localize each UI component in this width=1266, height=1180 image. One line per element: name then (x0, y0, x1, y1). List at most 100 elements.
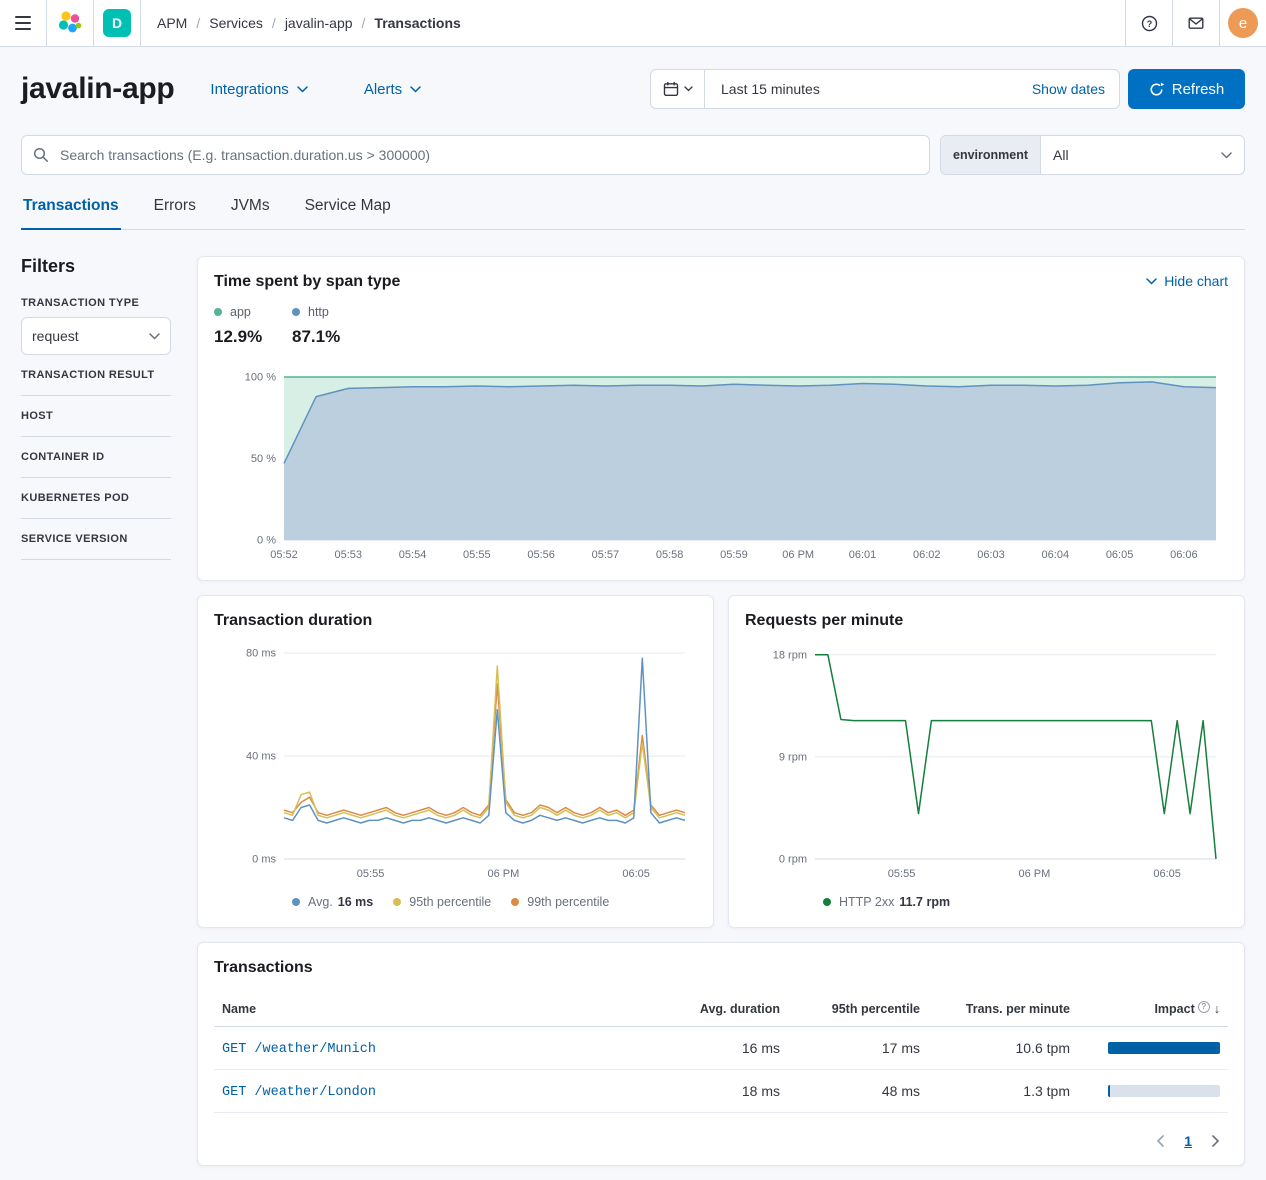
svg-text:40 ms: 40 ms (246, 751, 276, 763)
transactions-table-panel: Transactions Name Avg. duration 95th per… (197, 942, 1245, 1166)
transaction-link-london[interactable]: GET /weather/London (222, 1085, 376, 1100)
svg-text:06:06: 06:06 (1170, 549, 1198, 561)
column-header-name[interactable]: Name (214, 991, 658, 1027)
transaction-duration-title: Transaction duration (214, 612, 697, 630)
space-badge: D (103, 9, 131, 37)
requests-per-minute-chart: 18 rpm9 rpm0 rpm05:5506 PM06:05 (745, 640, 1228, 883)
column-header-impact[interactable]: Impact?↓ (1078, 991, 1228, 1027)
breadcrumb-separator: / (362, 15, 366, 31)
help-button[interactable]: ? (1125, 0, 1172, 46)
filters-sidebar: Filters TRANSACTION TYPE request TRANSAC… (21, 256, 171, 1166)
app-legend-dot (214, 308, 222, 316)
filter-kubernetes-pod: KUBERNETES POD (21, 478, 171, 519)
rpm-legend: HTTP 2xx 11.7 rpm (823, 895, 1228, 909)
svg-text:0 ms: 0 ms (252, 854, 276, 866)
chevron-down-icon (684, 86, 693, 92)
menu-button[interactable] (0, 0, 47, 46)
hide-chart-button[interactable]: Hide chart (1146, 273, 1228, 289)
environment-label: environment (941, 136, 1041, 174)
column-header-avg-duration[interactable]: Avg. duration (658, 991, 788, 1027)
requests-per-minute-title: Requests per minute (745, 612, 1228, 630)
user-menu[interactable]: e (1219, 0, 1266, 46)
time-spent-title: Time spent by span type (214, 273, 400, 291)
svg-text:?: ? (1146, 19, 1152, 29)
legend-item-p95[interactable]: 95th percentile (393, 895, 491, 909)
filter-container-id: CONTAINER ID (21, 437, 171, 478)
tab-service-map[interactable]: Service Map (303, 197, 393, 229)
svg-text:06:05: 06:05 (622, 868, 650, 880)
p95-value: 17 ms (788, 1027, 928, 1070)
search-icon (33, 147, 49, 163)
transaction-link-munich[interactable]: GET /weather/Munich (222, 1042, 376, 1057)
tpm-value: 10.6 tpm (928, 1027, 1078, 1070)
legend-item-p99[interactable]: 99th percentile (511, 895, 609, 909)
tab-transactions[interactable]: Transactions (21, 197, 121, 230)
date-picker-calendar-button[interactable] (651, 70, 705, 108)
info-icon: ? (1198, 1001, 1210, 1013)
filter-host: HOST (21, 396, 171, 437)
svg-text:05:55: 05:55 (463, 549, 491, 561)
search-input[interactable] (21, 135, 930, 175)
breadcrumb-services[interactable]: Services (209, 15, 263, 31)
sort-desc-icon: ↓ (1214, 1002, 1220, 1016)
elastic-logo[interactable] (47, 0, 94, 46)
svg-text:05:55: 05:55 (357, 868, 385, 880)
next-page-button[interactable] (1212, 1135, 1220, 1147)
calendar-icon (663, 81, 679, 97)
breadcrumb-apm[interactable]: APM (157, 15, 187, 31)
show-dates-link[interactable]: Show dates (1032, 81, 1119, 97)
svg-text:80 ms: 80 ms (246, 648, 276, 660)
alerts-dropdown[interactable]: Alerts (364, 81, 421, 98)
breadcrumb-separator: / (272, 15, 276, 31)
mail-icon (1188, 15, 1204, 31)
elastic-logo-icon (57, 10, 83, 36)
svg-text:0 %: 0 % (257, 535, 276, 547)
previous-page-button[interactable] (1156, 1135, 1164, 1147)
legend-item-http[interactable]: http (292, 305, 370, 319)
help-icon: ? (1141, 15, 1158, 32)
page-title: javalin-app (21, 72, 174, 106)
tpm-value: 1.3 tpm (928, 1070, 1078, 1113)
refresh-button[interactable]: Refresh (1128, 69, 1245, 109)
newsfeed-button[interactable] (1172, 0, 1219, 46)
legend-item-http-2xx[interactable]: HTTP 2xx 11.7 rpm (823, 895, 950, 909)
environment-select[interactable]: All (1041, 136, 1244, 174)
impact-bar (1108, 1042, 1220, 1054)
column-header-trans-per-minute[interactable]: Trans. per minute (928, 991, 1078, 1027)
svg-text:05:57: 05:57 (592, 549, 620, 561)
svg-text:06:05: 06:05 (1153, 868, 1181, 880)
svg-text:0 rpm: 0 rpm (779, 854, 807, 866)
transaction-duration-chart: 80 ms 40 ms 0 ms 05:55 06 PM 06:05 (214, 640, 697, 883)
time-range-value[interactable]: Last 15 minutes (705, 81, 1032, 97)
service-tabs: Transactions Errors JVMs Service Map (21, 197, 1245, 230)
svg-text:06 PM: 06 PM (487, 868, 519, 880)
page-number[interactable]: 1 (1184, 1133, 1192, 1149)
svg-text:18 rpm: 18 rpm (773, 649, 807, 661)
breadcrumb-service-name[interactable]: javalin-app (285, 15, 353, 31)
tab-errors[interactable]: Errors (152, 197, 198, 229)
span-type-legend: app http (214, 305, 1228, 319)
filter-service-version: SERVICE VERSION (21, 519, 171, 560)
chevron-down-icon (297, 86, 308, 93)
svg-text:05:59: 05:59 (720, 549, 748, 561)
hamburger-icon (15, 16, 31, 30)
legend-item-app[interactable]: app (214, 305, 292, 319)
legend-item-avg[interactable]: Avg. 16 ms (292, 895, 373, 909)
svg-text:9 rpm: 9 rpm (779, 751, 807, 763)
svg-text:50 %: 50 % (251, 453, 276, 465)
transaction-type-select[interactable]: request (21, 317, 171, 355)
chevron-down-icon (1146, 278, 1157, 285)
column-header-95th-percentile[interactable]: 95th percentile (788, 991, 928, 1027)
space-switcher[interactable]: D (94, 0, 141, 46)
svg-text:06:01: 06:01 (849, 549, 877, 561)
tab-jvms[interactable]: JVMs (229, 197, 272, 229)
avg-duration-value: 18 ms (658, 1070, 788, 1113)
pagination: 1 (214, 1133, 1228, 1149)
svg-text:06 PM: 06 PM (782, 549, 814, 561)
http-percent: 87.1% (292, 327, 370, 347)
date-picker: Last 15 minutes Show dates (650, 69, 1120, 109)
impact-bar (1108, 1085, 1220, 1097)
integrations-dropdown[interactable]: Integrations (210, 81, 307, 98)
avatar: e (1228, 8, 1258, 38)
chevron-down-icon (1221, 152, 1232, 159)
